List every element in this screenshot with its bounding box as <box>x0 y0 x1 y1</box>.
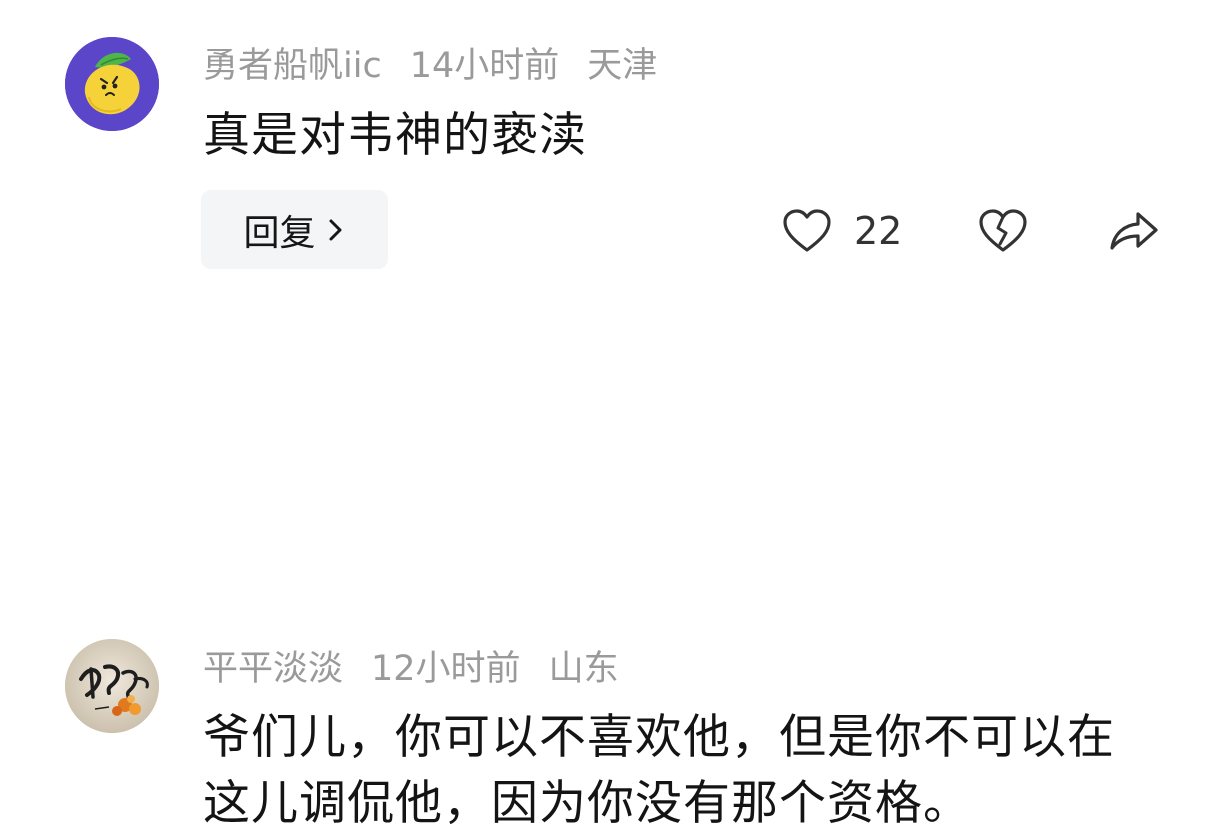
like-button[interactable]: 22 <box>782 205 902 257</box>
user-avatar[interactable] <box>65 639 159 733</box>
comment-text: 真是对韦神的亵渎 <box>203 108 587 163</box>
comment-item: 平平淡淡 12小时前 山东 爷们儿，你可以不喜欢他，但是你不可以在这儿调侃他，因… <box>0 300 1224 831</box>
timestamp: 14小时前 <box>409 45 560 86</box>
share-arrow-icon <box>1110 212 1158 250</box>
share-button[interactable] <box>1108 205 1160 257</box>
lemon-avatar-icon <box>65 37 159 131</box>
location: 山东 <box>548 648 619 689</box>
calligraphy-avatar-icon <box>65 639 159 733</box>
heart-icon <box>783 209 831 252</box>
comment-meta: 勇者船帆iic 14小时前 天津 <box>203 37 657 87</box>
comment-item: 勇者船帆iic 14小时前 天津 真是对韦神的亵渎 回复 22 <box>0 0 1224 300</box>
like-count: 22 <box>854 209 903 253</box>
username[interactable]: 勇者船帆iic <box>203 37 382 88</box>
user-avatar[interactable] <box>65 37 159 131</box>
dislike-button[interactable] <box>978 205 1028 257</box>
username[interactable]: 平平淡淡 <box>203 640 343 691</box>
reply-label: 回复 <box>243 212 316 254</box>
comment-meta: 平平淡淡 12小时前 山东 <box>203 640 619 690</box>
timestamp: 12小时前 <box>371 648 521 689</box>
location: 天津 <box>587 45 658 86</box>
chevron-right-icon <box>329 219 341 240</box>
broken-heart-icon <box>979 209 1027 252</box>
reply-button[interactable]: 回复 <box>201 190 388 269</box>
comment-text: 爷们儿，你可以不喜欢他，但是你不可以在这儿调侃他，因为你没有那个资格。 <box>203 710 1115 831</box>
